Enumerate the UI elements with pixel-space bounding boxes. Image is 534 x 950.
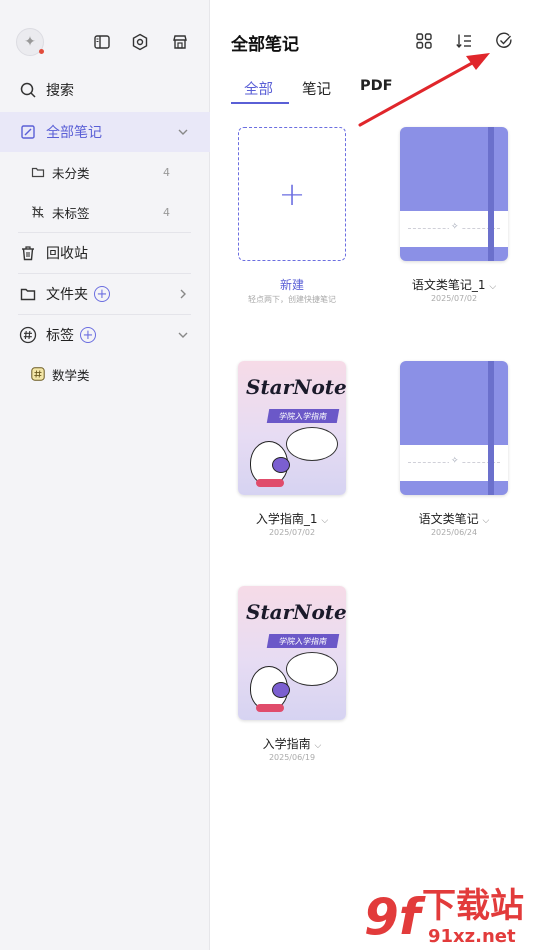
page-title: 全部笔记: [231, 35, 299, 55]
note-date: 2025/07/02: [268, 528, 316, 537]
tag-icon: [30, 366, 46, 382]
boxing-glove: [272, 682, 290, 698]
notebook-cover[interactable]: ✧: [400, 127, 508, 261]
note-title[interactable]: 入学指南 ⌵: [212, 735, 372, 752]
hashtag-icon: [18, 325, 38, 345]
chevron-down-icon[interactable]: [176, 328, 190, 342]
note-edit-icon: [18, 122, 38, 142]
sidebar-item-tags[interactable]: 标签 +: [0, 315, 210, 355]
sidebar-item-uncategorized[interactable]: 未分类 4: [0, 152, 210, 192]
sidebar-item-trash[interactable]: 回收站: [0, 233, 210, 273]
sparkle-icon: ✦: [24, 34, 36, 50]
chevron-down-icon[interactable]: ⌵: [489, 282, 496, 292]
item-count: 4: [163, 205, 170, 219]
item-count: 4: [163, 165, 170, 179]
sidebar-item-label: 文件夹: [46, 287, 88, 303]
folder-icon: [30, 164, 46, 180]
tab-pdf[interactable]: PDF: [360, 78, 393, 94]
sidebar-toggle-icon[interactable]: [90, 30, 114, 54]
note-date: 2025/07/02: [430, 294, 478, 303]
mascot-feet: [256, 704, 284, 712]
sidebar-search-label: 搜索: [46, 83, 74, 99]
grid-view-icon[interactable]: [413, 30, 435, 52]
chevron-down-icon[interactable]: ⌵: [483, 516, 490, 526]
watermark-text: 下载站: [422, 886, 524, 926]
sidebar: ✦ 搜索 全部笔记 未分类 4 未标签 4 回收站 文件夹 + 标签 + 数学类: [0, 0, 210, 950]
chevron-down-icon[interactable]: ⌵: [321, 516, 328, 526]
sidebar-item-all-notes[interactable]: 全部笔记: [0, 112, 210, 152]
starnote-logo: StarNote: [246, 375, 346, 399]
watermark-url: 91xz.net: [428, 926, 516, 947]
chevron-right-icon[interactable]: [176, 287, 190, 301]
watermark: 9f 下载站 91xz.net: [364, 888, 534, 950]
add-tag-icon[interactable]: +: [80, 327, 96, 343]
sparkle-icon: ✧: [449, 222, 461, 232]
sidebar-item-label: 标签: [46, 328, 74, 344]
main-content: 全部笔记 全部 笔记 PDF + 新建 轻点两下，创建快捷笔记 ✧ 语文类笔记_…: [211, 0, 534, 950]
sidebar-item-untagged[interactable]: 未标签 4: [0, 192, 210, 232]
active-tab-indicator: [231, 102, 289, 104]
note-date: 2025/06/24: [430, 528, 478, 537]
note-title[interactable]: 语文类笔记 ⌵: [374, 510, 534, 527]
cover-ribbon: 学院入学指南: [266, 409, 340, 423]
chevron-down-icon[interactable]: [176, 125, 190, 139]
note-title[interactable]: 语文类笔记_1 ⌵: [374, 276, 534, 293]
tab-notes[interactable]: 笔记: [302, 78, 331, 99]
avatar[interactable]: ✦: [16, 28, 44, 56]
plus-icon[interactable]: +: [238, 127, 346, 261]
starnote-logo: StarNote: [246, 600, 346, 624]
notebook-strap: [488, 361, 494, 495]
store-icon[interactable]: [168, 30, 192, 54]
boxing-glove: [272, 457, 290, 473]
new-note-label: 新建: [279, 278, 304, 292]
starnote-cover[interactable]: StarNote 学院入学指南: [238, 586, 346, 720]
note-date: 2025/06/19: [268, 753, 316, 762]
chevron-down-icon[interactable]: ⌵: [315, 741, 322, 751]
mascot-feet: [256, 479, 284, 487]
sparkle-icon: ✧: [449, 456, 461, 466]
sidebar-tag-math[interactable]: 数学类: [0, 354, 210, 394]
sidebar-item-folders[interactable]: 文件夹 +: [0, 274, 210, 314]
sidebar-item-label: 未标签: [52, 205, 90, 221]
settings-icon[interactable]: [128, 30, 152, 54]
sidebar-item-label: 全部笔记: [46, 125, 102, 141]
sidebar-search[interactable]: 搜索: [0, 70, 210, 110]
untagged-icon: [30, 204, 46, 220]
starnote-cover[interactable]: StarNote 学院入学指南: [238, 361, 346, 495]
speech-bubble: [286, 652, 338, 686]
add-folder-icon[interactable]: +: [94, 286, 110, 302]
notebook-cover[interactable]: ✧: [400, 361, 508, 495]
new-note-hint: 轻点两下，创建快捷笔记: [248, 295, 336, 304]
notebook-strap: [488, 127, 494, 261]
trash-icon: [18, 243, 38, 263]
notification-dot: [39, 49, 44, 54]
speech-bubble: [286, 427, 338, 461]
search-icon: [18, 80, 38, 100]
folder-icon: [18, 284, 38, 304]
sidebar-item-label: 未分类: [52, 165, 90, 181]
select-check-icon[interactable]: [493, 30, 515, 52]
note-title[interactable]: 入学指南_1 ⌵: [212, 510, 372, 527]
tab-all[interactable]: 全部: [244, 78, 273, 99]
cover-ribbon: 学院入学指南: [266, 634, 340, 648]
sort-icon[interactable]: [453, 30, 475, 52]
sidebar-item-label: 回收站: [46, 246, 88, 262]
watermark-logo: 9f: [364, 888, 421, 946]
sidebar-toolbar: ✦: [16, 28, 193, 56]
sidebar-tag-label: 数学类: [52, 367, 90, 383]
